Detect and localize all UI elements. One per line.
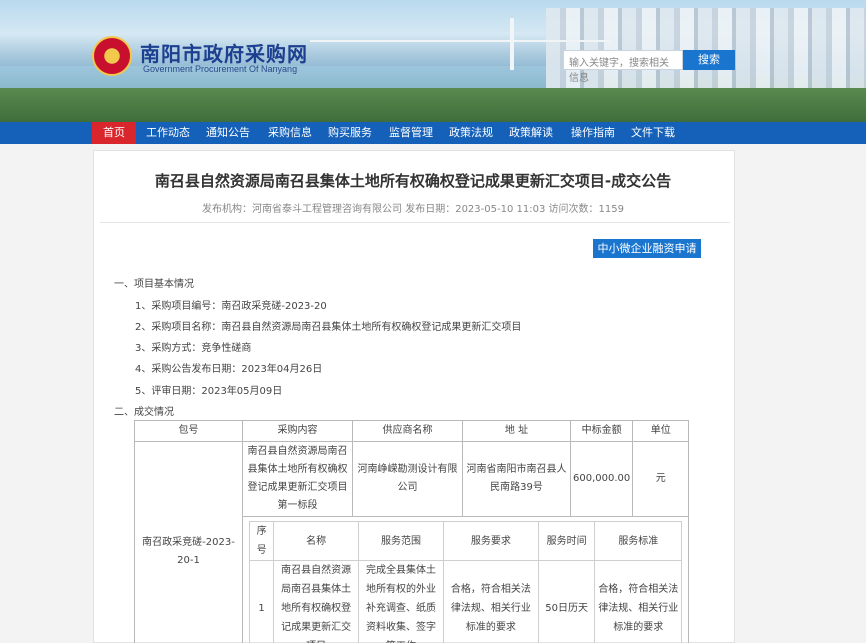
search-button[interactable]: 搜索 — [683, 50, 735, 70]
service-cell-name: 南召县自然资源局南召县集体土地所有权确权登记成果更新汇交项目 — [273, 560, 360, 643]
info-item-project-no: 1、采购项目编号：南召政采竞磋-2023-20 — [135, 301, 327, 312]
cell-amount: 600,000.00 — [569, 441, 634, 517]
service-header-scope: 服务范围 — [358, 521, 444, 561]
table-header-package: 包号 — [134, 420, 243, 442]
nav-item-purchase-services[interactable]: 购买服务 — [322, 122, 378, 144]
service-header-name: 名称 — [273, 521, 360, 561]
table-row: 1 南召县自然资源局南召县集体土地所有权确权登记成果更新汇交项目 完成全县集体土… — [248, 560, 683, 643]
banner-bridge-tower — [510, 18, 514, 70]
nav-item-procurement-info[interactable]: 采购信息 — [262, 122, 318, 144]
cell-content: 南召县自然资源局南召县集体土地所有权确权登记成果更新汇交项目第一标段 — [242, 441, 353, 517]
info-item-method: 3、采购方式：竞争性磋商 — [135, 343, 252, 354]
service-cell-no: 1 — [248, 560, 275, 643]
table-header-supplier: 供应商名称 — [352, 420, 463, 442]
service-cell-req: 合格，符合相关法律法规、相关行业标准的要求 — [442, 560, 539, 643]
service-cell-scope: 完成全县集体土地所有权的外业补充调查、纸质资料收集、签字等工作 — [358, 560, 444, 643]
banner-trees — [0, 88, 866, 122]
nav-item-notices[interactable]: 通知公告 — [200, 122, 256, 144]
table-row: 南召政采竞磋-2023-20-1 南召县自然资源局南召县集体土地所有权确权登记成… — [134, 441, 690, 643]
national-emblem-icon[interactable] — [92, 36, 132, 76]
nav-item-policy-interpretation[interactable]: 政策解读 — [503, 122, 559, 144]
table-header-address: 地 址 — [462, 420, 571, 442]
service-header-std: 服务标准 — [594, 521, 683, 561]
table-header-unit: 单位 — [632, 420, 690, 442]
info-item-publish-date: 4、采购公告发布日期：2023年04月26日 — [135, 364, 323, 375]
main-nav: 首页 工作动态 通知公告 采购信息 购买服务 监督管理 政策法规 政策解读 操作… — [0, 122, 866, 144]
cell-supplier: 河南峥嵘勘测设计有限公司 — [352, 441, 463, 517]
cell-address: 河南省南阳市南召县人民南路39号 — [462, 441, 571, 517]
search-input[interactable]: 输入关键字，搜索相关信息 — [563, 50, 683, 84]
site-subtitle: Government Procurement Of Nanyang — [143, 64, 298, 74]
divider — [100, 222, 730, 223]
site-title[interactable]: 南阳市政府采购网 — [140, 38, 308, 67]
service-cell-time: 50日历天 — [537, 560, 596, 643]
info-item-review-date: 5、评审日期：2023年05月09日 — [135, 386, 283, 397]
nav-item-supervision[interactable]: 监督管理 — [383, 122, 439, 144]
table-header-content: 采购内容 — [242, 420, 353, 442]
section-heading-deal: 二、成交情况 — [114, 407, 174, 418]
article-meta: 发布机构：河南省泰斗工程管理咨询有限公司 发布日期：2023-05-10 11:… — [202, 204, 624, 215]
section-heading-basic-info: 一、项目基本情况 — [114, 279, 194, 290]
service-table: 序号 名称 服务范围 服务要求 服务时间 服务标准 1 南召县自然资源局南召县集… — [248, 521, 683, 643]
nav-item-home[interactable]: 首页 — [92, 122, 136, 144]
cell-unit: 元 — [632, 441, 690, 517]
page-title: 南召县自然资源局南召县集体土地所有权确权登记成果更新汇交项目-成交公告 — [154, 172, 672, 190]
nav-item-guides[interactable]: 操作指南 — [565, 122, 621, 144]
table-header-amount: 中标金额 — [569, 420, 634, 442]
nav-item-downloads[interactable]: 文件下载 — [625, 122, 681, 144]
deal-table: 包号 采购内容 供应商名称 地 址 中标金额 单位 南召政采竞磋-2023-20… — [134, 420, 690, 643]
service-cell-std: 合格，符合相关法律法规、相关行业标准的要求 — [594, 560, 683, 643]
service-header-no: 序号 — [248, 521, 275, 561]
nav-item-work-news[interactable]: 工作动态 — [140, 122, 196, 144]
cell-package: 南召政采竞磋-2023-20-1 — [134, 441, 243, 643]
service-header-time: 服务时间 — [537, 521, 596, 561]
service-header-req: 服务要求 — [442, 521, 539, 561]
loan-apply-button[interactable]: 中小微企业融资申请 — [593, 239, 701, 258]
nav-item-policies[interactable]: 政策法规 — [443, 122, 499, 144]
info-item-project-name: 2、采购项目名称：南召县自然资源局南召县集体土地所有权确权登记成果更新汇交项目 — [135, 322, 522, 333]
